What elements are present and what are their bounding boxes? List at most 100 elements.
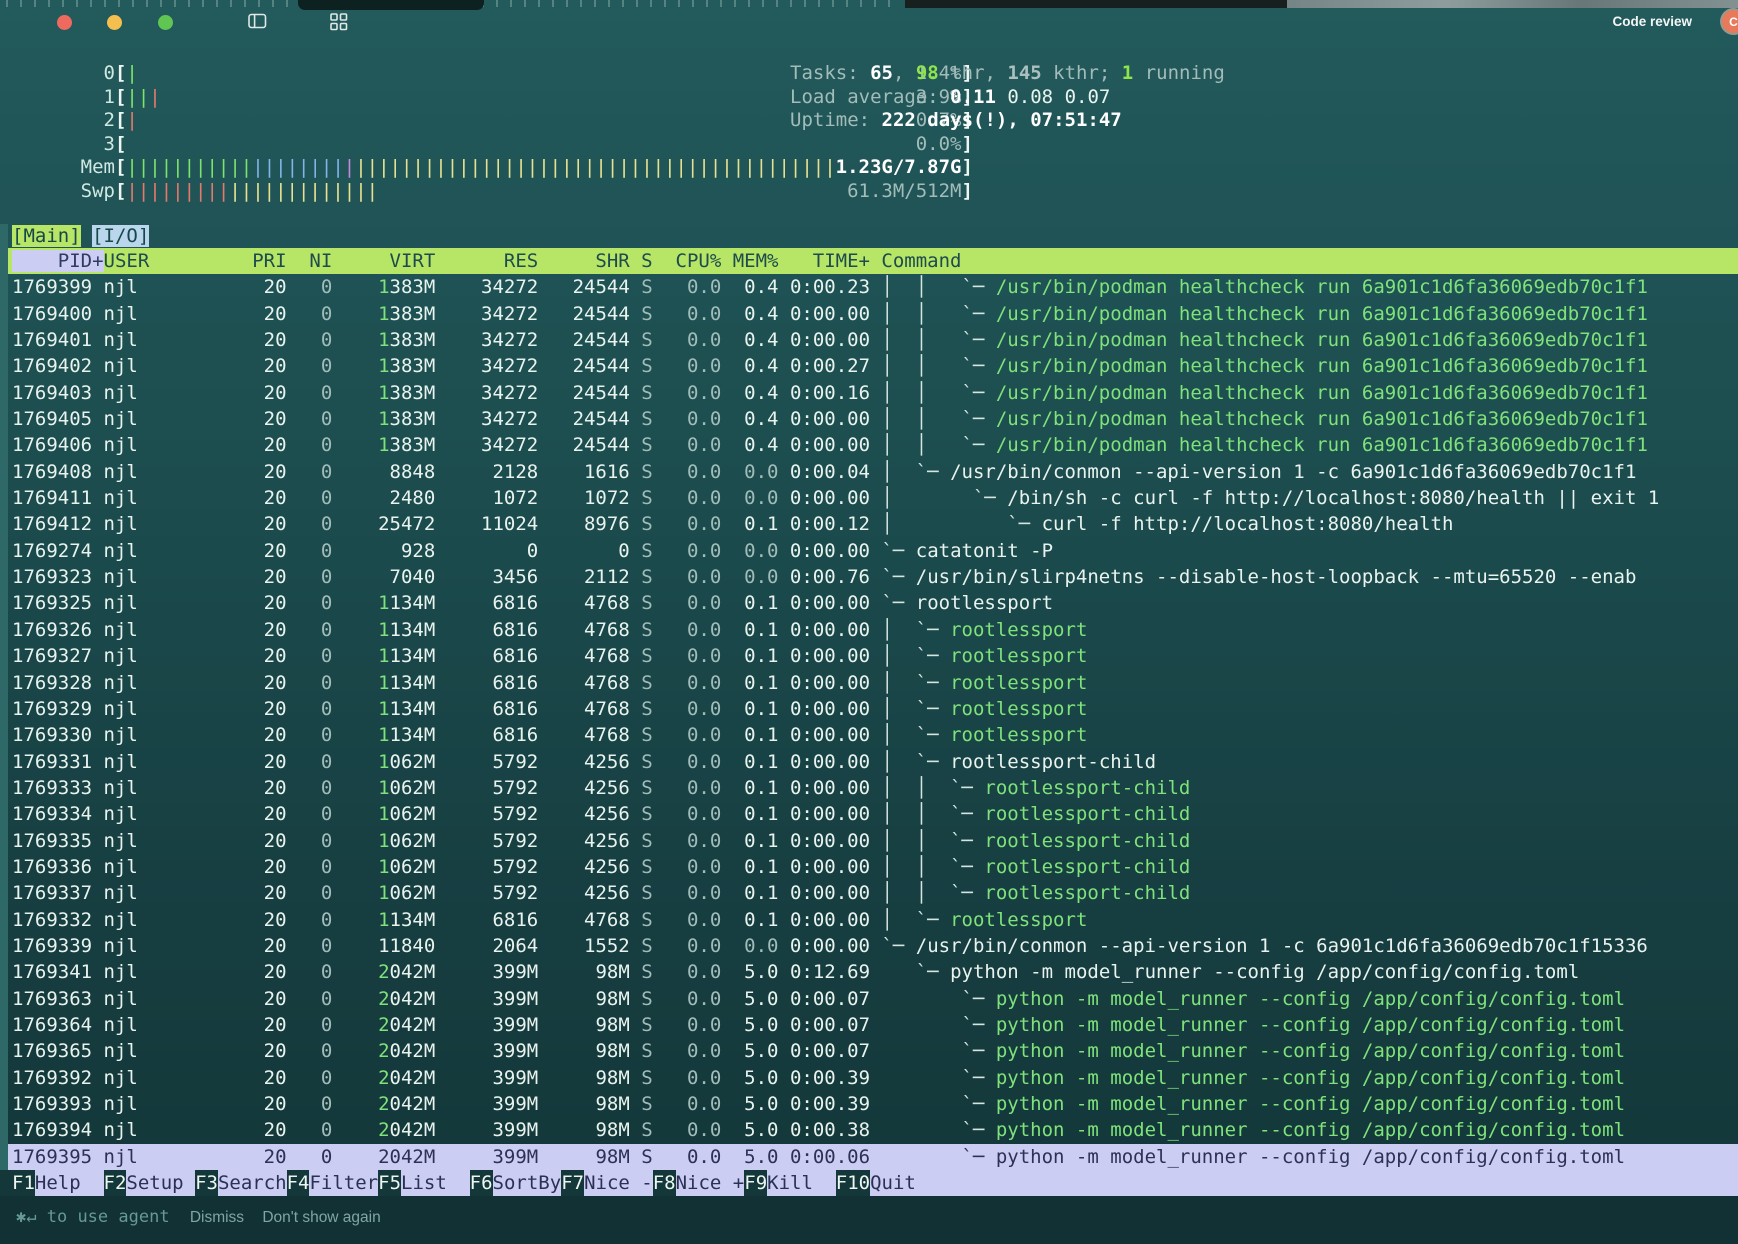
zoom-button[interactable] xyxy=(158,15,173,30)
column-header-pri[interactable]: PRI xyxy=(218,250,287,272)
code-review-badge[interactable]: C xyxy=(1722,10,1738,33)
process-row[interactable]: 1769333 njl 20 0 1062M 5792 4256 S 0.0 0… xyxy=(0,775,1738,801)
tab-main[interactable]: [Main] xyxy=(12,225,81,247)
process-row[interactable]: 1769323 njl 20 0 7040 3456 2112 S 0.0 0.… xyxy=(0,564,1738,590)
column-header-user[interactable]: USER xyxy=(104,250,218,272)
process-row[interactable]: 1769329 njl 20 0 1134M 6816 4768 S 0.0 0… xyxy=(0,696,1738,722)
screen-tabs: [Main] [I/O] xyxy=(12,224,149,248)
fnkey-f5[interactable]: F5 xyxy=(378,1170,401,1196)
process-row[interactable]: 1769336 njl 20 0 1062M 5792 4256 S 0.0 0… xyxy=(0,854,1738,880)
column-header-time[interactable]: TIME+ xyxy=(778,250,870,272)
fnkey-f7[interactable]: F7 xyxy=(561,1170,584,1196)
fnlabel-nice-[interactable]: Nice + xyxy=(676,1170,745,1196)
meter-label: 1 xyxy=(12,86,115,108)
fnlabel-sortby[interactable]: SortBy xyxy=(493,1170,562,1196)
process-row[interactable]: 1769328 njl 20 0 1134M 6816 4768 S 0.0 0… xyxy=(0,670,1738,696)
minimize-button[interactable] xyxy=(107,15,122,30)
close-button[interactable] xyxy=(57,15,72,30)
process-row[interactable]: 1769405 njl 20 0 1383M 34272 24544 S 0.0… xyxy=(0,406,1738,432)
process-row[interactable]: 1769330 njl 20 0 1134M 6816 4768 S 0.0 0… xyxy=(0,722,1738,748)
process-row[interactable]: 1769326 njl 20 0 1134M 6816 4768 S 0.0 0… xyxy=(0,617,1738,643)
column-header-pid[interactable]: PID+ xyxy=(12,250,104,272)
cell-cpu: 0.0 xyxy=(653,988,722,1010)
cell-virt-g: 1 xyxy=(378,830,389,852)
fnlabel-filter[interactable]: Filter xyxy=(309,1170,378,1196)
fnlabel-quit[interactable]: Quit xyxy=(870,1170,939,1196)
process-row[interactable]: 1769365 njl 20 0 2042M 399M 98M S 0.0 5.… xyxy=(0,1038,1738,1064)
process-row[interactable]: 1769402 njl 20 0 1383M 34272 24544 S 0.0… xyxy=(0,353,1738,379)
column-header-ni[interactable]: NI xyxy=(287,250,333,272)
sidebar-toggle-icon[interactable] xyxy=(248,13,267,33)
process-row[interactable]: 1769401 njl 20 0 1383M 34272 24544 S 0.0… xyxy=(0,327,1738,353)
fnkey-f4[interactable]: F4 xyxy=(287,1170,310,1196)
fnlabel-search[interactable]: Search xyxy=(218,1170,287,1196)
cell-mem: 0.1 xyxy=(721,803,778,825)
fnkey-f9[interactable]: F9 xyxy=(744,1170,767,1196)
process-row[interactable]: 1769337 njl 20 0 1062M 5792 4256 S 0.0 0… xyxy=(0,880,1738,906)
process-row[interactable]: 1769274 njl 20 0 928 0 0 S 0.0 0.0 0:00.… xyxy=(0,538,1738,564)
process-row[interactable]: 1769406 njl 20 0 1383M 34272 24544 S 0.0… xyxy=(0,432,1738,458)
process-row[interactable]: 1769331 njl 20 0 1062M 5792 4256 S 0.0 0… xyxy=(0,749,1738,775)
process-row[interactable]: 1769399 njl 20 0 1383M 34272 24544 S 0.0… xyxy=(0,274,1738,300)
process-row-selected[interactable]: 1769395 njl 20 0 2042M 399M 98M S 0.0 5.… xyxy=(0,1144,1738,1170)
cell-shr: 98M xyxy=(538,1093,630,1115)
cell-user: njl xyxy=(104,303,218,325)
column-header-virt[interactable]: VIRT xyxy=(332,250,435,272)
code-review-label[interactable]: Code review xyxy=(1612,14,1692,29)
cell-mem: 5.0 xyxy=(721,1040,778,1062)
process-row[interactable]: 1769334 njl 20 0 1062M 5792 4256 S 0.0 0… xyxy=(0,801,1738,827)
meter-bars: | xyxy=(126,109,137,131)
column-header-shr[interactable]: SHR xyxy=(538,250,630,272)
app-grid-icon[interactable] xyxy=(330,13,348,35)
process-row[interactable]: 1769393 njl 20 0 2042M 399M 98M S 0.0 5.… xyxy=(0,1091,1738,1117)
cell-tree: │ `─ xyxy=(881,513,1041,535)
fnkey-f10[interactable]: F10 xyxy=(836,1170,870,1196)
cell-res: 2128 xyxy=(435,461,538,483)
process-row[interactable]: 1769327 njl 20 0 1134M 6816 4768 S 0.0 0… xyxy=(0,643,1738,669)
process-row[interactable]: 1769412 njl 20 0 25472 11024 8976 S 0.0 … xyxy=(0,511,1738,537)
cell-command: rootlessport xyxy=(950,698,1087,720)
fnkey-f1[interactable]: F1 xyxy=(0,1170,35,1196)
column-header-mem[interactable]: MEM% xyxy=(721,250,778,272)
fnkey-f8[interactable]: F8 xyxy=(653,1170,676,1196)
tab-io[interactable]: [I/O] xyxy=(92,225,149,247)
fnlabel-setup[interactable]: Setup xyxy=(126,1170,195,1196)
cell-command: /usr/bin/podman healthcheck run 6a901c1d… xyxy=(996,408,1648,430)
fnkey-f6[interactable]: F6 xyxy=(470,1170,493,1196)
cell-res: 6816 xyxy=(435,592,538,614)
cell-user: njl xyxy=(104,566,218,588)
process-row[interactable]: 1769403 njl 20 0 1383M 34272 24544 S 0.0… xyxy=(0,380,1738,406)
cell-tree: │ `─ xyxy=(881,909,950,931)
process-row[interactable]: 1769400 njl 20 0 1383M 34272 24544 S 0.0… xyxy=(0,301,1738,327)
cell-user: njl xyxy=(104,856,218,878)
process-row[interactable]: 1769325 njl 20 0 1134M 6816 4768 S 0.0 0… xyxy=(0,590,1738,616)
fnlabel-help[interactable]: Help xyxy=(35,1170,104,1196)
fnkey-f2[interactable]: F2 xyxy=(104,1170,127,1196)
process-row[interactable]: 1769335 njl 20 0 1062M 5792 4256 S 0.0 0… xyxy=(0,828,1738,854)
process-row[interactable]: 1769332 njl 20 0 1134M 6816 4768 S 0.0 0… xyxy=(0,907,1738,933)
dont-show-again-button[interactable]: Don't show again xyxy=(262,1209,380,1226)
fnlabel-list[interactable]: List xyxy=(401,1170,470,1196)
column-header-res[interactable]: RES xyxy=(435,250,538,272)
process-row[interactable]: 1769408 njl 20 0 8848 2128 1616 S 0.0 0.… xyxy=(0,459,1738,485)
fnlabel-nice-[interactable]: Nice - xyxy=(584,1170,653,1196)
process-row[interactable]: 1769411 njl 20 0 2480 1072 1072 S 0.0 0.… xyxy=(0,485,1738,511)
cell-virt-g: 1 xyxy=(378,303,389,325)
cell-user: njl xyxy=(104,751,218,773)
process-row[interactable]: 1769394 njl 20 0 2042M 399M 98M S 0.0 5.… xyxy=(0,1117,1738,1143)
cell-shr: 4768 xyxy=(538,619,630,641)
fnlabel-kill[interactable]: Kill xyxy=(767,1170,836,1196)
cell-cpu: 0.0 xyxy=(653,408,722,430)
dismiss-button[interactable]: Dismiss xyxy=(190,1209,244,1226)
process-row[interactable]: 1769363 njl 20 0 2042M 399M 98M S 0.0 5.… xyxy=(0,986,1738,1012)
column-header-cpu[interactable]: CPU% xyxy=(653,250,722,272)
cell-tree: │ │ `─ xyxy=(881,830,984,852)
process-row[interactable]: 1769341 njl 20 0 2042M 399M 98M S 0.0 5.… xyxy=(0,959,1738,985)
process-row[interactable]: 1769364 njl 20 0 2042M 399M 98M S 0.0 5.… xyxy=(0,1012,1738,1038)
column-header-state[interactable]: S xyxy=(630,250,653,272)
process-row[interactable]: 1769392 njl 20 0 2042M 399M 98M S 0.0 5.… xyxy=(0,1065,1738,1091)
process-row[interactable]: 1769339 njl 20 0 11840 2064 1552 S 0.0 0… xyxy=(0,933,1738,959)
fnkey-f3[interactable]: F3 xyxy=(195,1170,218,1196)
cell-ni: 0 xyxy=(287,724,333,746)
column-header-command[interactable]: Command xyxy=(870,250,962,272)
